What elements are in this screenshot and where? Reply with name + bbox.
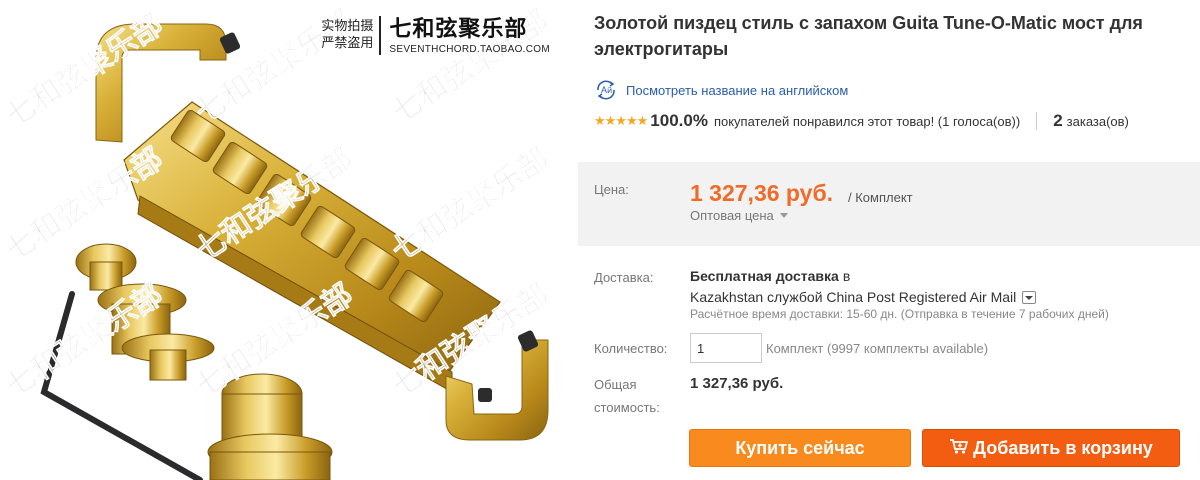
total-value: 1 327,36 руб. [690,375,784,392]
shipping-eta: Расчётное время доставки: 15-60 дн. (Отп… [690,307,1109,321]
shipping-free: Бесплатная доставка в [690,268,850,284]
divider [1036,112,1038,130]
price-label: Цена: [594,182,629,197]
cart-icon [949,437,969,460]
wholesale-price-label: Оптовая цена [690,208,774,223]
set-screw-side [478,388,492,402]
quantity-available: Комплект (9997 комплекты available) [766,341,989,356]
translate-link-label[interactable]: Посмотреть название на английском [626,83,848,98]
logo-right-text: 七和弦聚乐部 SEVENTHCHORD.TAOBAO.COM [379,16,550,55]
price-box: Цена: 1 327,36 руб. / Комплект Оптовая ц… [578,162,1200,246]
buy-now-button[interactable]: Купить сейчас [689,429,911,467]
buy-now-label: Купить сейчас [735,437,865,458]
shipping-method[interactable]: Kazakhstan службой China Post Registered… [690,289,1037,305]
svg-text:七和弦聚乐部: 七和弦聚乐部 [385,141,552,268]
shipping-free-label: Бесплатная доставка [690,268,839,284]
quantity-label: Количество: [594,341,668,356]
add-to-cart-button[interactable]: Добавить в корзину [922,429,1180,467]
orders-count: 2 [1053,111,1063,130]
translate-icon: A й [594,80,618,100]
rating-stars[interactable]: ★★★★★ [594,113,648,129]
svg-text:й: й [607,86,612,95]
price-unit: / Комплект [848,190,913,205]
logo-left-text: 实物拍摄 严禁盗用 [321,19,374,51]
translate-link[interactable]: A й Посмотреть название на английском [594,80,848,100]
product-details: Золотой пиздец стиль с запахом Guita Tun… [578,0,1200,480]
total-label-line1: Общая [594,377,637,392]
svg-text:七和弦聚乐部: 七和弦聚乐部 [0,7,169,134]
shipping-in: в [842,268,851,284]
rating-text: покупателей понравился этот товар! (1 го… [713,113,1021,129]
rating-row: ★★★★★ 100.0% покупателей понравился этот… [594,111,1129,131]
store-logo: 实物拍摄 严禁盗用 七和弦聚乐部 SEVENTHCHORD.TAOBAO.COM [318,16,550,68]
price-value: 1 327,36 руб. [690,180,834,206]
add-to-cart-label: Добавить в корзину [973,437,1153,458]
logo-store-url: SEVENTHCHORD.TAOBAO.COM [389,44,550,55]
product-photo: 七和弦聚乐部 七和弦聚乐部 七和弦聚乐部 七和弦聚乐部 七和弦聚乐部 七和弦聚乐… [0,3,552,480]
product-image[interactable]: 七和弦聚乐部 七和弦聚乐部 七和弦聚乐部 七和弦聚乐部 七和弦聚乐部 七和弦聚乐… [0,0,552,480]
orders-label: заказа(ов) [1066,113,1129,129]
total-label-line2: стоимость: [594,400,660,415]
product-title: Золотой пиздец стиль с запахом Guita Tun… [594,13,1143,59]
shipping-destination: Kazakhstan службой China Post Registered… [690,289,1017,305]
shipping-label: Доставка: [594,270,654,285]
wholesale-price-dropdown[interactable]: Оптовая цена [690,208,788,223]
rating-percent: 100.0% [650,111,708,130]
shipping-dropdown-icon[interactable] [1022,290,1037,304]
chevron-down-icon [779,213,788,218]
quantity-input[interactable] [690,333,762,363]
logo-store-name: 七和弦聚乐部 [389,17,528,42]
